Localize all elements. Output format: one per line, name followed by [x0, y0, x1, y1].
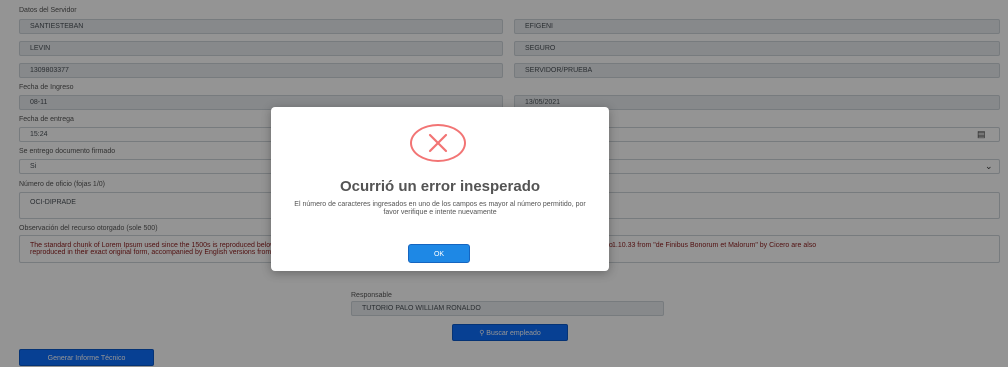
error-modal: Ocurrió un error inesperado El número de…	[271, 107, 609, 271]
modal-message: El número de caracteres ingresados en un…	[294, 201, 586, 216]
modal-title: Ocurrió un error inesperado	[339, 178, 541, 195]
ok-button[interactable]: OK	[408, 244, 470, 263]
error-x-icon	[410, 124, 466, 162]
